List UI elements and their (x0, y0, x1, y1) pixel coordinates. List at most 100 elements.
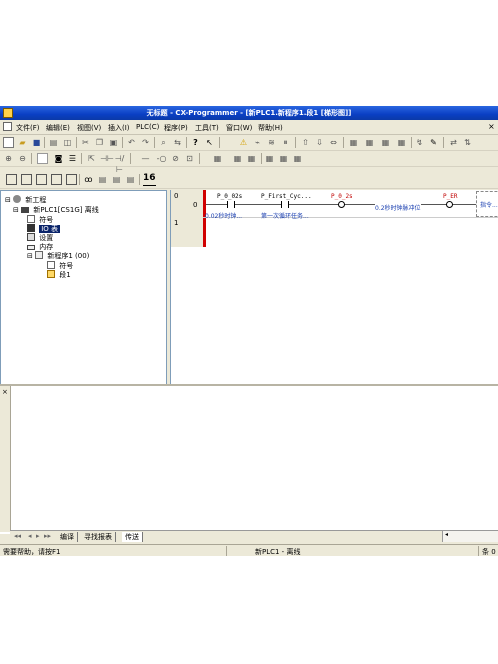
status-divider (226, 546, 227, 556)
menu-bar: 文件(F) 编辑(E) 视图(V) 插入(I) PLC(C) 程序(P) 工具(… (0, 120, 498, 135)
tab-scroll-first-icon[interactable]: ◂◂ (14, 532, 21, 540)
coil-nc-icon[interactable]: ⊘ (170, 153, 181, 164)
cut-icon[interactable]: ✂ (80, 137, 91, 148)
horizontal-line-icon[interactable]: — (140, 153, 151, 164)
project-workspace-icon[interactable] (6, 174, 17, 185)
properties-window-icon[interactable] (66, 174, 77, 185)
output-window-icon[interactable] (21, 174, 32, 185)
tab-scroll-next-icon[interactable]: ▸ (36, 532, 40, 540)
collapse-icon[interactable]: ⊟ (27, 252, 33, 260)
tab-compile[interactable]: 编译 (60, 532, 78, 542)
context-help-icon[interactable]: ↖ (204, 137, 215, 148)
tree-plc[interactable]: ⊟ 新PLC1[CS1G] 离线 (13, 205, 99, 215)
new-icon[interactable] (3, 137, 14, 148)
toolbar-standard: ▰ ■ ▤ ◫ ✂ ❐ ▣ ↶ ↷ ⌕ ⇆ ? ↖ ⚠ ⌁ ≋ ⏸ ⇧ ⇩ ⇔ … (0, 135, 498, 151)
compare-icon[interactable]: ⇔ (328, 137, 339, 148)
menu-insert[interactable]: 插入(I) (108, 123, 130, 133)
replace-icon[interactable]: ⇆ (172, 137, 183, 148)
document-menu-icon[interactable] (3, 122, 12, 131)
menu-tools[interactable]: 工具(T) (195, 123, 219, 133)
tab-scroll-last-icon[interactable]: ▸▸ (44, 532, 51, 540)
transfer-edit-icon[interactable]: ▦ (246, 153, 257, 164)
menu-edit[interactable]: 编辑(E) (46, 123, 70, 133)
rung-header-1[interactable]: 1 (171, 217, 204, 247)
menu-program[interactable]: 程序(P) (164, 123, 188, 133)
program-mode-icon[interactable]: ▦ (348, 137, 359, 148)
program-icon (35, 251, 44, 259)
online-edit-icon[interactable]: ▦ (212, 153, 223, 164)
collapse-icon[interactable]: ⊟ (5, 196, 11, 204)
rung-list-icon[interactable]: ☰ (67, 153, 78, 164)
redo-icon[interactable]: ↷ (140, 137, 151, 148)
window-title: 无标题 - CX-Programmer - [新PLC1.新程序1.段1 [梯形… (146, 109, 352, 117)
save-icon[interactable]: ■ (31, 137, 42, 148)
menu-help[interactable]: 帮助(H) (258, 123, 283, 133)
tree-program[interactable]: ⊟ 新程序1 (00) (27, 251, 89, 261)
separator (79, 174, 80, 185)
print-preview-icon[interactable]: ◫ (62, 137, 73, 148)
tree-project[interactable]: ⊟ 新工程 (5, 195, 46, 205)
grid-icon[interactable] (37, 153, 48, 164)
undo-icon[interactable]: ↶ (126, 137, 137, 148)
force-on-icon[interactable]: ↯ (414, 137, 425, 148)
run-mode-icon[interactable]: ▦ (396, 137, 407, 148)
address-reference-icon[interactable]: ▦ (278, 153, 289, 164)
separator (219, 137, 220, 148)
menu-window[interactable]: 窗口(W) (226, 123, 252, 133)
coil-symbol (338, 201, 345, 208)
menu-file[interactable]: 文件(F) (16, 123, 40, 133)
paste-icon[interactable]: ▣ (108, 137, 119, 148)
cancel-edit-icon[interactable]: ▦ (232, 153, 243, 164)
collapse-icon[interactable]: ⊟ (13, 206, 19, 214)
instruction-block[interactable]: 指令... (476, 191, 498, 217)
mnemonic-view-icon[interactable]: ▤ (111, 174, 122, 185)
mdi-close-icon[interactable]: × (488, 122, 495, 131)
zoom-in-icon[interactable]: ⊕ (3, 153, 14, 164)
reset-icon[interactable]: ⇅ (462, 137, 473, 148)
force-off-icon[interactable]: ✎ (428, 137, 439, 148)
comment-toggle-icon[interactable]: ◙ (53, 153, 64, 164)
print-icon[interactable]: ▤ (48, 137, 59, 148)
close-icon[interactable]: × (2, 388, 8, 396)
transfer-to-plc-icon[interactable]: ⇧ (300, 137, 311, 148)
find-icon[interactable]: ⌕ (158, 137, 169, 148)
zoom-out-icon[interactable]: ⊖ (17, 153, 28, 164)
address-info-icon[interactable] (51, 174, 62, 185)
debug-mode-icon[interactable]: ▦ (364, 137, 375, 148)
separator (154, 137, 155, 148)
monitor-mode-icon[interactable]: ▦ (380, 137, 391, 148)
hex-display-button[interactable]: 16 (143, 173, 156, 183)
selection-icon[interactable]: ⇱ (86, 153, 97, 164)
set-icon[interactable]: ⇄ (448, 137, 459, 148)
tree-section[interactable]: 段1 (47, 270, 71, 280)
menu-plc[interactable]: PLC(C) (136, 123, 159, 131)
online-icon[interactable]: ⌁ (252, 137, 263, 148)
copy-icon[interactable]: ❐ (94, 137, 105, 148)
warning-icon[interactable]: ⚠ (238, 137, 249, 148)
contact-nc-icon[interactable]: ⊣/⊢ (114, 153, 125, 174)
menu-view[interactable]: 视图(V) (77, 123, 101, 133)
watch-window-icon[interactable] (36, 174, 47, 185)
monitor-icon[interactable]: ≋ (266, 137, 277, 148)
open-icon[interactable]: ▰ (17, 137, 28, 148)
tab-find-report[interactable]: 寻找报表 (84, 532, 116, 542)
pause-icon[interactable]: ⏸ (280, 137, 291, 148)
rung-divider (203, 217, 498, 218)
tab-transfer[interactable]: 传送 (122, 532, 143, 542)
rung-header-0[interactable]: 0 0 (171, 190, 204, 217)
cross-reference-icon[interactable]: ▦ (264, 153, 275, 164)
contact-no-icon[interactable]: ⊣⊢ (100, 153, 114, 164)
separator (44, 137, 45, 148)
transfer-from-plc-icon[interactable]: ⇩ (314, 137, 325, 148)
instruction-icon[interactable]: ⊡ (184, 153, 195, 164)
coil-icon[interactable]: -○ (156, 153, 167, 164)
tab-scroll-prev-icon[interactable]: ◂ (28, 532, 32, 540)
symbols-view-icon[interactable]: ꝏ (83, 174, 94, 185)
io-view-icon[interactable]: ▤ (125, 174, 136, 185)
properties-icon[interactable]: ▦ (292, 153, 303, 164)
help-icon[interactable]: ? (190, 137, 201, 148)
settings-icon (27, 233, 35, 241)
ladder-view-icon[interactable]: ▤ (97, 174, 108, 185)
scroll-left-icon[interactable]: ◂ (445, 531, 448, 538)
output-horizontal-scrollbar[interactable]: ◂ (442, 531, 498, 542)
